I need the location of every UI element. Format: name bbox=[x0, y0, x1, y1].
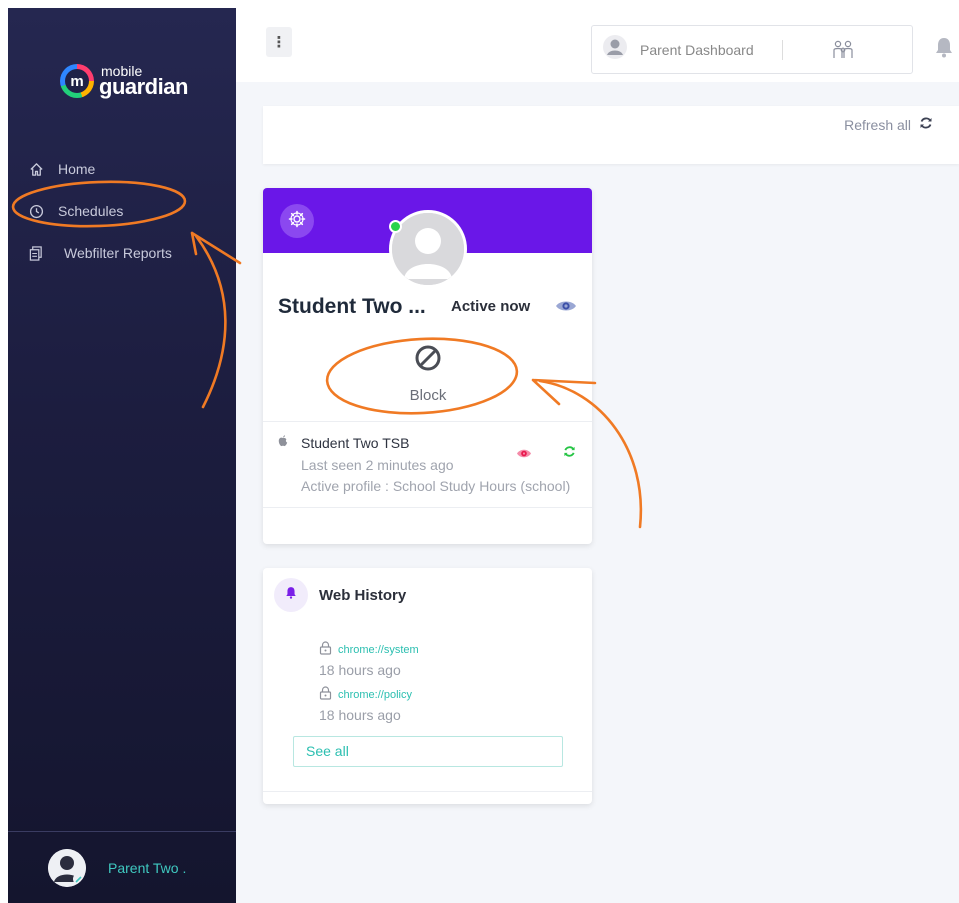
sync-icon[interactable] bbox=[563, 445, 576, 463]
brand-line2: guardian bbox=[99, 74, 188, 100]
block-icon bbox=[414, 345, 442, 376]
sidebar-nav: Home Schedules Webfilter Reports bbox=[8, 148, 236, 274]
eye-icon[interactable] bbox=[555, 299, 577, 318]
home-icon bbox=[28, 161, 44, 177]
parent-name[interactable]: Parent Two . bbox=[108, 860, 186, 876]
dashboard-label: Parent Dashboard bbox=[640, 41, 754, 58]
history-time: 18 hours ago bbox=[319, 707, 401, 723]
eye-icon[interactable] bbox=[516, 446, 532, 464]
parent-avatar[interactable] bbox=[48, 848, 86, 887]
clock-icon bbox=[28, 203, 44, 219]
student-card: Student Two ... Active now Block Student… bbox=[263, 188, 592, 544]
gear-icon bbox=[288, 210, 306, 233]
sidebar: m mobile guardian Home Schedules Webfilt… bbox=[8, 8, 236, 903]
web-history-title: Web History bbox=[319, 587, 407, 604]
history-badge bbox=[274, 578, 308, 612]
logo-mark-icon: m bbox=[60, 64, 94, 98]
mobile-guardian-logo[interactable]: m mobile guardian bbox=[60, 64, 188, 98]
notification-bell-icon[interactable] bbox=[934, 36, 954, 63]
sidebar-item-schedules[interactable]: Schedules bbox=[8, 190, 236, 232]
refresh-all-button[interactable]: Refresh all bbox=[844, 116, 933, 133]
last-seen: Last seen 2 minutes ago bbox=[301, 457, 454, 473]
sidebar-item-label: Home bbox=[58, 161, 96, 177]
divider bbox=[263, 507, 592, 508]
activity-status: Active now bbox=[451, 298, 531, 315]
sidebar-item-webfilter-reports[interactable]: Webfilter Reports bbox=[8, 232, 236, 274]
dashboard-switcher[interactable]: Parent Dashboard bbox=[591, 25, 913, 74]
history-item[interactable]: chrome://system 18 hours ago bbox=[319, 641, 569, 678]
reports-icon bbox=[28, 245, 44, 261]
history-url[interactable]: chrome://system bbox=[338, 644, 419, 656]
divider bbox=[263, 421, 592, 422]
sidebar-item-label: Webfilter Reports bbox=[64, 245, 172, 261]
bell-icon bbox=[285, 586, 297, 604]
active-profile: Active profile : School Study Hours (sch… bbox=[301, 478, 571, 494]
block-label: Block bbox=[409, 387, 447, 404]
web-history-card: Web History chrome://system 18 hours ago… bbox=[263, 568, 592, 804]
lock-icon bbox=[319, 686, 338, 703]
sidebar-item-label: Schedules bbox=[58, 203, 124, 219]
settings-button[interactable] bbox=[280, 204, 314, 238]
see-all-button[interactable]: See all bbox=[293, 736, 563, 767]
divider bbox=[263, 791, 592, 792]
divider bbox=[782, 40, 783, 60]
history-time: 18 hours ago bbox=[319, 662, 401, 678]
refresh-all-label: Refresh all bbox=[844, 116, 911, 133]
kebab-icon: ⋮ bbox=[271, 34, 287, 51]
menu-toggle-button[interactable]: ⋮ bbox=[266, 27, 292, 57]
history-url[interactable]: chrome://policy bbox=[338, 689, 412, 701]
refresh-bar: Refresh all bbox=[263, 106, 959, 164]
history-item[interactable]: chrome://policy 18 hours ago bbox=[319, 686, 569, 723]
apple-icon bbox=[278, 434, 288, 452]
refresh-icon bbox=[911, 116, 933, 133]
block-button[interactable]: Block bbox=[378, 344, 478, 404]
sidebar-footer: Parent Two . bbox=[8, 831, 236, 903]
online-status-dot bbox=[389, 220, 402, 233]
student-name: Student Two ... bbox=[278, 295, 426, 318]
lock-icon bbox=[319, 641, 338, 658]
user-circle-icon bbox=[602, 34, 628, 65]
sidebar-item-home[interactable]: Home bbox=[8, 148, 236, 190]
family-icon[interactable] bbox=[832, 39, 854, 66]
device-name: Student Two TSB bbox=[301, 435, 410, 451]
